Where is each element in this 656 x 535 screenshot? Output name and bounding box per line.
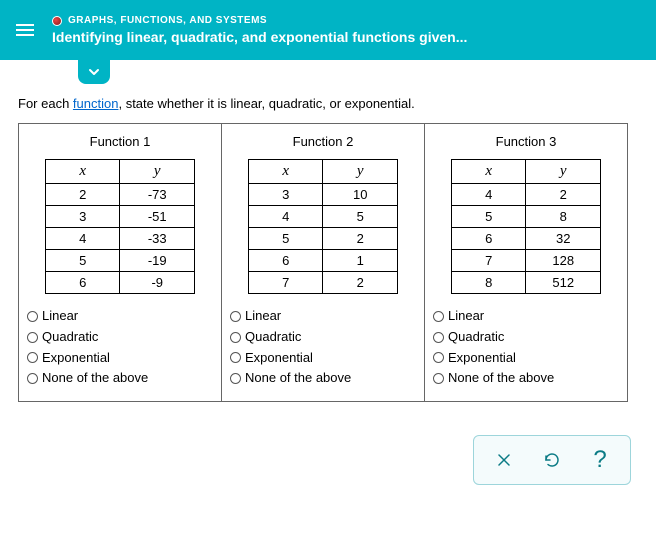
table-header-x: x — [452, 160, 526, 184]
option-linear[interactable]: Linear — [433, 306, 619, 327]
functions-frame: Function 1 xy 2-73 3-51 4-33 5-19 6-9 Li… — [18, 123, 628, 402]
table-row: 58 — [452, 206, 601, 228]
radio-icon — [230, 332, 241, 343]
option-exponential[interactable]: Exponential — [27, 348, 213, 369]
radio-icon — [27, 352, 38, 363]
context-label: GRAPHS, FUNCTIONS, AND SYSTEMS — [68, 15, 267, 26]
function-2-table: xy 310 45 52 61 72 — [248, 159, 398, 294]
context-row: GRAPHS, FUNCTIONS, AND SYSTEMS — [52, 15, 467, 26]
table-row: 310 — [249, 184, 398, 206]
header-text: GRAPHS, FUNCTIONS, AND SYSTEMS Identifyi… — [52, 15, 467, 45]
table-row: 632 — [452, 228, 601, 250]
option-label: None of the above — [42, 368, 148, 389]
prompt-post: , state whether it is linear, quadratic,… — [118, 96, 414, 111]
radio-icon — [27, 332, 38, 343]
option-label: Quadratic — [448, 327, 504, 348]
radio-icon — [230, 311, 241, 322]
function-3-options: Linear Quadratic Exponential None of the… — [433, 306, 619, 389]
table-row: 5-19 — [46, 250, 195, 272]
function-2-title: Function 2 — [230, 134, 416, 149]
function-3-table: xy 42 58 632 7128 8512 — [451, 159, 601, 294]
function-3-title: Function 3 — [433, 134, 619, 149]
table-row: 61 — [249, 250, 398, 272]
option-label: Exponential — [42, 348, 110, 369]
prompt-pre: For each — [18, 96, 73, 111]
table-row: 42 — [452, 184, 601, 206]
option-none[interactable]: None of the above — [433, 368, 619, 389]
reset-button[interactable] — [532, 444, 572, 476]
option-label: Linear — [42, 306, 78, 327]
header-bar: GRAPHS, FUNCTIONS, AND SYSTEMS Identifyi… — [0, 0, 656, 60]
chevron-down-icon — [87, 65, 101, 79]
option-label: Linear — [448, 306, 484, 327]
menu-icon[interactable] — [12, 20, 38, 40]
question-prompt: For each function, state whether it is l… — [18, 96, 638, 111]
option-label: Quadratic — [245, 327, 301, 348]
option-quadratic[interactable]: Quadratic — [27, 327, 213, 348]
table-header-y: y — [323, 160, 398, 184]
radio-icon — [230, 373, 241, 384]
option-label: Exponential — [245, 348, 313, 369]
option-label: None of the above — [448, 368, 554, 389]
expand-tab[interactable] — [78, 60, 110, 84]
table-row: 2-73 — [46, 184, 195, 206]
option-quadratic[interactable]: Quadratic — [230, 327, 416, 348]
table-header-y: y — [120, 160, 195, 184]
table-row: 6-9 — [46, 272, 195, 294]
radio-icon — [433, 352, 444, 363]
function-1-options: Linear Quadratic Exponential None of the… — [27, 306, 213, 389]
option-label: Exponential — [448, 348, 516, 369]
table-row: 8512 — [452, 272, 601, 294]
page-title: Identifying linear, quadratic, and expon… — [52, 29, 467, 45]
function-3-column: Function 3 xy 42 58 632 7128 8512 Linear… — [425, 124, 627, 401]
table-row: 45 — [249, 206, 398, 228]
option-exponential[interactable]: Exponential — [230, 348, 416, 369]
option-label: None of the above — [245, 368, 351, 389]
option-linear[interactable]: Linear — [27, 306, 213, 327]
function-2-column: Function 2 xy 310 45 52 61 72 Linear Qua… — [222, 124, 425, 401]
table-header-x: x — [249, 160, 323, 184]
function-1-title: Function 1 — [27, 134, 213, 149]
table-header-x: x — [46, 160, 120, 184]
action-toolbar: ? — [473, 435, 631, 485]
option-linear[interactable]: Linear — [230, 306, 416, 327]
table-row: 72 — [249, 272, 398, 294]
content-area: For each function, state whether it is l… — [0, 60, 656, 418]
option-none[interactable]: None of the above — [27, 368, 213, 389]
function-link[interactable]: function — [73, 96, 119, 111]
radio-icon — [433, 332, 444, 343]
radio-icon — [27, 373, 38, 384]
x-icon — [495, 451, 513, 469]
function-2-options: Linear Quadratic Exponential None of the… — [230, 306, 416, 389]
radio-icon — [433, 311, 444, 322]
option-label: Linear — [245, 306, 281, 327]
clear-button[interactable] — [484, 444, 524, 476]
table-row: 4-33 — [46, 228, 195, 250]
function-1-table: xy 2-73 3-51 4-33 5-19 6-9 — [45, 159, 195, 294]
table-row: 52 — [249, 228, 398, 250]
option-quadratic[interactable]: Quadratic — [433, 327, 619, 348]
question-mark-icon: ? — [593, 446, 606, 474]
help-button[interactable]: ? — [580, 444, 620, 476]
table-header-y: y — [526, 160, 601, 184]
radio-icon — [27, 311, 38, 322]
radio-icon — [433, 373, 444, 384]
status-dot-icon — [52, 16, 62, 26]
option-none[interactable]: None of the above — [230, 368, 416, 389]
option-exponential[interactable]: Exponential — [433, 348, 619, 369]
radio-icon — [230, 352, 241, 363]
function-1-column: Function 1 xy 2-73 3-51 4-33 5-19 6-9 Li… — [19, 124, 222, 401]
table-row: 3-51 — [46, 206, 195, 228]
undo-icon — [542, 450, 562, 470]
table-row: 7128 — [452, 250, 601, 272]
option-label: Quadratic — [42, 327, 98, 348]
